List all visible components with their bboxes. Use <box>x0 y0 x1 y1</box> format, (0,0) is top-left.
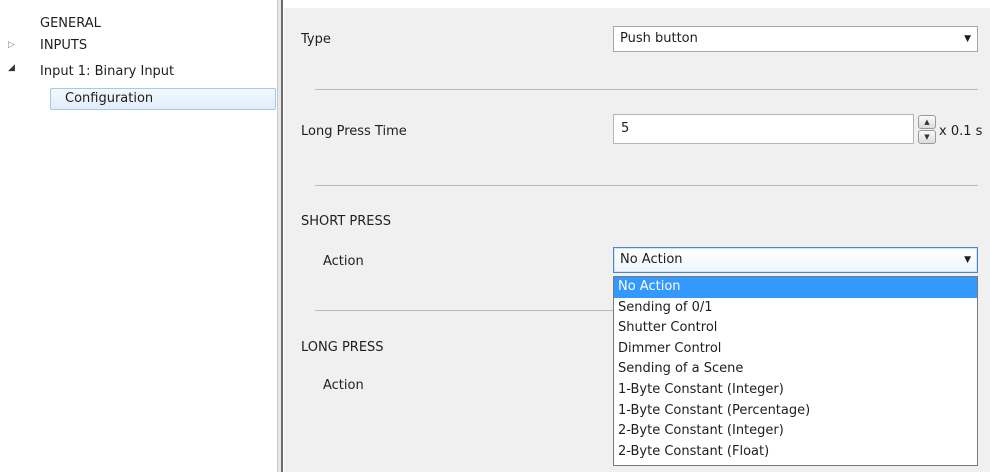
long-press-time-label: Long Press Time <box>301 124 407 139</box>
long-press-heading: LONG PRESS <box>301 340 384 355</box>
short-press-action-value: No Action <box>620 252 683 267</box>
type-label: Type <box>301 32 331 47</box>
long-press-time-unit: x 0.1 s <box>939 124 983 139</box>
action-dropdown-list: No Action Sending of 0/1 Shutter Control… <box>613 276 978 466</box>
dropdown-option[interactable]: Sending of a Scene <box>614 359 977 380</box>
type-select[interactable]: Push button ▼ <box>613 26 978 52</box>
sidebar-tree: GENERAL ▷ INPUTS ◢ Input 1: Binary Input… <box>0 0 277 472</box>
spin-up-button[interactable]: ▲ <box>918 115 936 129</box>
tree-item-label: Input 1: Binary Input <box>40 64 175 79</box>
short-press-heading: SHORT PRESS <box>301 214 392 229</box>
chevron-down-icon: ▼ <box>964 255 971 265</box>
separator <box>315 185 978 186</box>
dropdown-option[interactable]: 1-Byte Constant (Percentage) <box>614 401 977 422</box>
expand-arrow-icon[interactable]: ▷ <box>8 40 15 50</box>
tree-item-label: INPUTS <box>40 38 88 53</box>
dropdown-option[interactable]: 1-Byte Constant (Integer) <box>614 380 977 401</box>
panel-splitter[interactable] <box>277 0 283 472</box>
dropdown-option[interactable]: 2-Byte Constant (Integer) <box>614 421 977 442</box>
dropdown-option[interactable]: 2-Byte Constant (Float) <box>614 442 977 463</box>
separator <box>315 89 978 90</box>
spin-down-button[interactable]: ▼ <box>918 130 936 144</box>
separator <box>315 310 613 311</box>
tree-item-general[interactable]: GENERAL <box>40 14 101 34</box>
dropdown-option[interactable]: Dimmer Control <box>614 339 977 360</box>
tree-item-configuration[interactable]: Configuration <box>50 88 276 110</box>
tree-item-input-1[interactable]: Input 1: Binary Input <box>40 62 174 82</box>
short-press-action-select[interactable]: No Action ▼ <box>613 247 978 273</box>
dropdown-option[interactable]: Sending of 0/1 <box>614 298 977 319</box>
long-press-time-value: 5 <box>621 121 630 136</box>
dropdown-option[interactable]: No Action <box>614 277 977 298</box>
chevron-down-icon: ▼ <box>964 34 971 44</box>
short-press-action-label: Action <box>323 254 364 269</box>
panel-top-strip <box>284 0 990 8</box>
collapse-arrow-icon[interactable]: ◢ <box>8 63 15 73</box>
tree-item-label: GENERAL <box>40 16 101 31</box>
long-press-action-label: Action <box>323 378 364 393</box>
type-select-value: Push button <box>620 31 698 46</box>
tree-item-label: Configuration <box>65 91 154 106</box>
dropdown-option[interactable]: Shutter Control <box>614 318 977 339</box>
long-press-time-input[interactable]: 5 <box>613 114 914 144</box>
tree-item-inputs[interactable]: INPUTS <box>40 36 87 56</box>
